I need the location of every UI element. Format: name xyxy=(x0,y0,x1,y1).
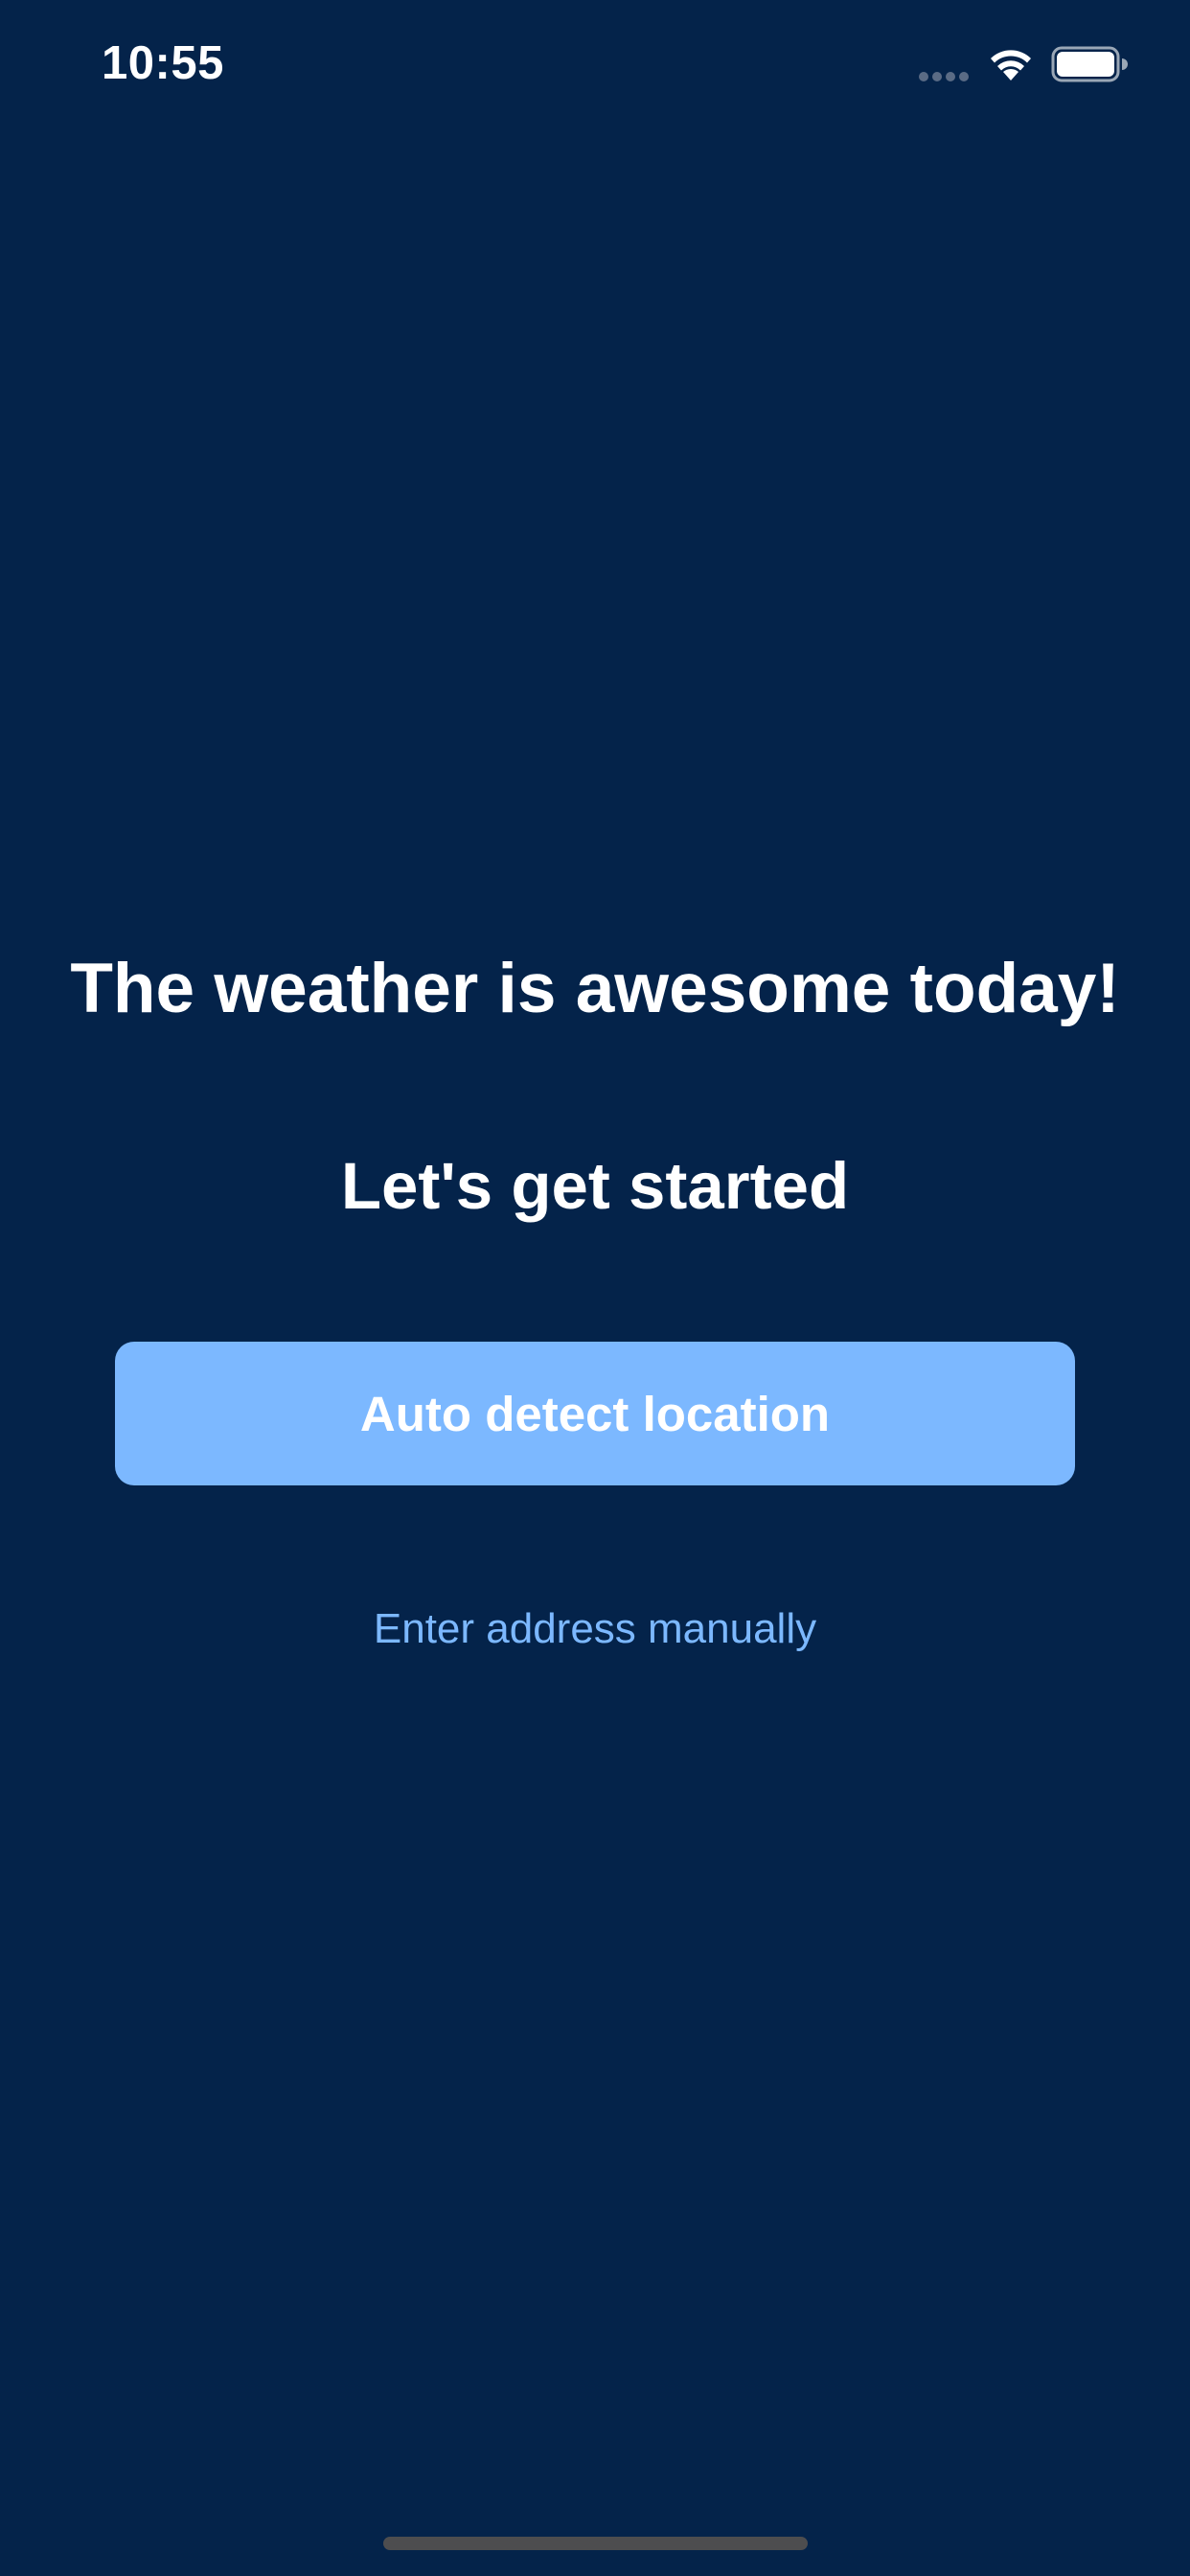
enter-address-manually-link[interactable]: Enter address manually xyxy=(0,1600,1190,1658)
status-bar: 10:55 xyxy=(0,0,1190,134)
headline: The weather is awesome today! xyxy=(70,950,1120,1027)
status-time: 10:55 xyxy=(102,37,224,89)
wifi-icon xyxy=(991,50,1031,80)
subheadline: Let's get started xyxy=(340,1149,850,1223)
home-indicator[interactable] xyxy=(383,2537,808,2550)
auto-detect-location-button[interactable]: Auto detect location xyxy=(115,1342,1075,1485)
onboarding-screen: 10:55 The weather is awesome today! Let'… xyxy=(0,0,1190,2576)
signal-dots-icon xyxy=(919,72,969,81)
auto-detect-location-label: Auto detect location xyxy=(359,1386,831,1441)
battery-icon xyxy=(1051,46,1128,82)
